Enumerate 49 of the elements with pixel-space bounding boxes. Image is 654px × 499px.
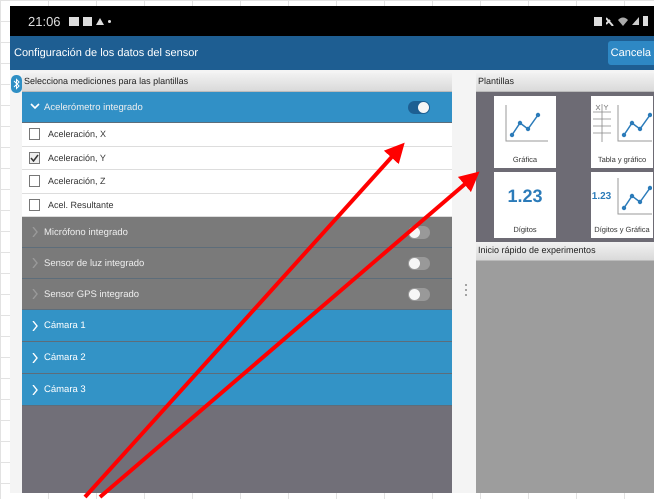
checkbox[interactable]: [29, 152, 40, 164]
cancel-button[interactable]: Cancela: [608, 41, 654, 65]
chevron-right-icon: [30, 227, 40, 237]
battery-icon: [643, 16, 648, 26]
sensor-label: Cámara 1: [44, 320, 86, 331]
bluetooth-icon[interactable]: [11, 75, 22, 93]
toggle-switch[interactable]: [408, 288, 430, 300]
checkbox[interactable]: [29, 198, 40, 211]
alarm-icon: [594, 16, 602, 26]
chevron-right-icon: [30, 289, 40, 299]
chevron-down-icon: [30, 102, 40, 112]
measurement-item[interactable]: Acel. Resultante: [22, 194, 452, 217]
document-notification-icon: [82, 16, 92, 26]
toggle-switch[interactable]: [408, 256, 430, 270]
wifi-icon: [618, 16, 628, 26]
measurement-item[interactable]: Aceleración, Y: [22, 146, 452, 170]
image-notification-icon: [68, 16, 79, 26]
digits-value: 1.23: [592, 190, 612, 202]
sensor-label: Acelerómetro integrado: [44, 102, 143, 112]
sensor-label: Micrófono integrado: [44, 226, 128, 238]
measurement-item[interactable]: Aceleración, Z: [22, 170, 452, 194]
chevron-right-icon: [30, 320, 40, 330]
panel-header: Selecciona mediciones para las plantillas: [22, 73, 452, 92]
sensor-label: Sensor GPS integrado: [44, 288, 140, 300]
check-icon: [30, 154, 39, 162]
clock: 21:06: [28, 14, 61, 28]
checkbox[interactable]: [29, 175, 40, 188]
sensor-label: Sensor de luz integrado: [44, 258, 144, 268]
screen-title: Configuración de los datos del sensor: [14, 47, 200, 59]
toggle-switch[interactable]: [408, 100, 430, 114]
sensor-row[interactable]: Sensor GPS integrado: [22, 279, 452, 310]
table-icon: [592, 104, 610, 142]
sensor-label: Cámara 2: [44, 352, 86, 363]
sensor-label: Cámara 3: [44, 384, 86, 395]
chevron-right-icon: [30, 384, 40, 394]
chevron-right-icon: [30, 352, 40, 362]
mute-icon: [606, 16, 614, 26]
drag-handle-icon[interactable]: [464, 283, 468, 297]
dot-icon: [108, 20, 111, 22]
digits-value: 1.23: [507, 186, 543, 206]
sensor-row[interactable]: Micrófono integrado: [22, 217, 452, 248]
panel-header: Plantillas: [476, 73, 654, 92]
sensor-row[interactable]: Sensor de luz integrado: [22, 248, 452, 279]
checkbox[interactable]: [29, 128, 40, 140]
triangle-notification-icon: [96, 18, 104, 24]
signal-icon: [632, 17, 639, 25]
chevron-right-icon: [30, 258, 40, 268]
panel-header: Inicio rápido de experimentos: [476, 242, 654, 261]
measurement-item[interactable]: Aceleración, X: [22, 123, 452, 146]
